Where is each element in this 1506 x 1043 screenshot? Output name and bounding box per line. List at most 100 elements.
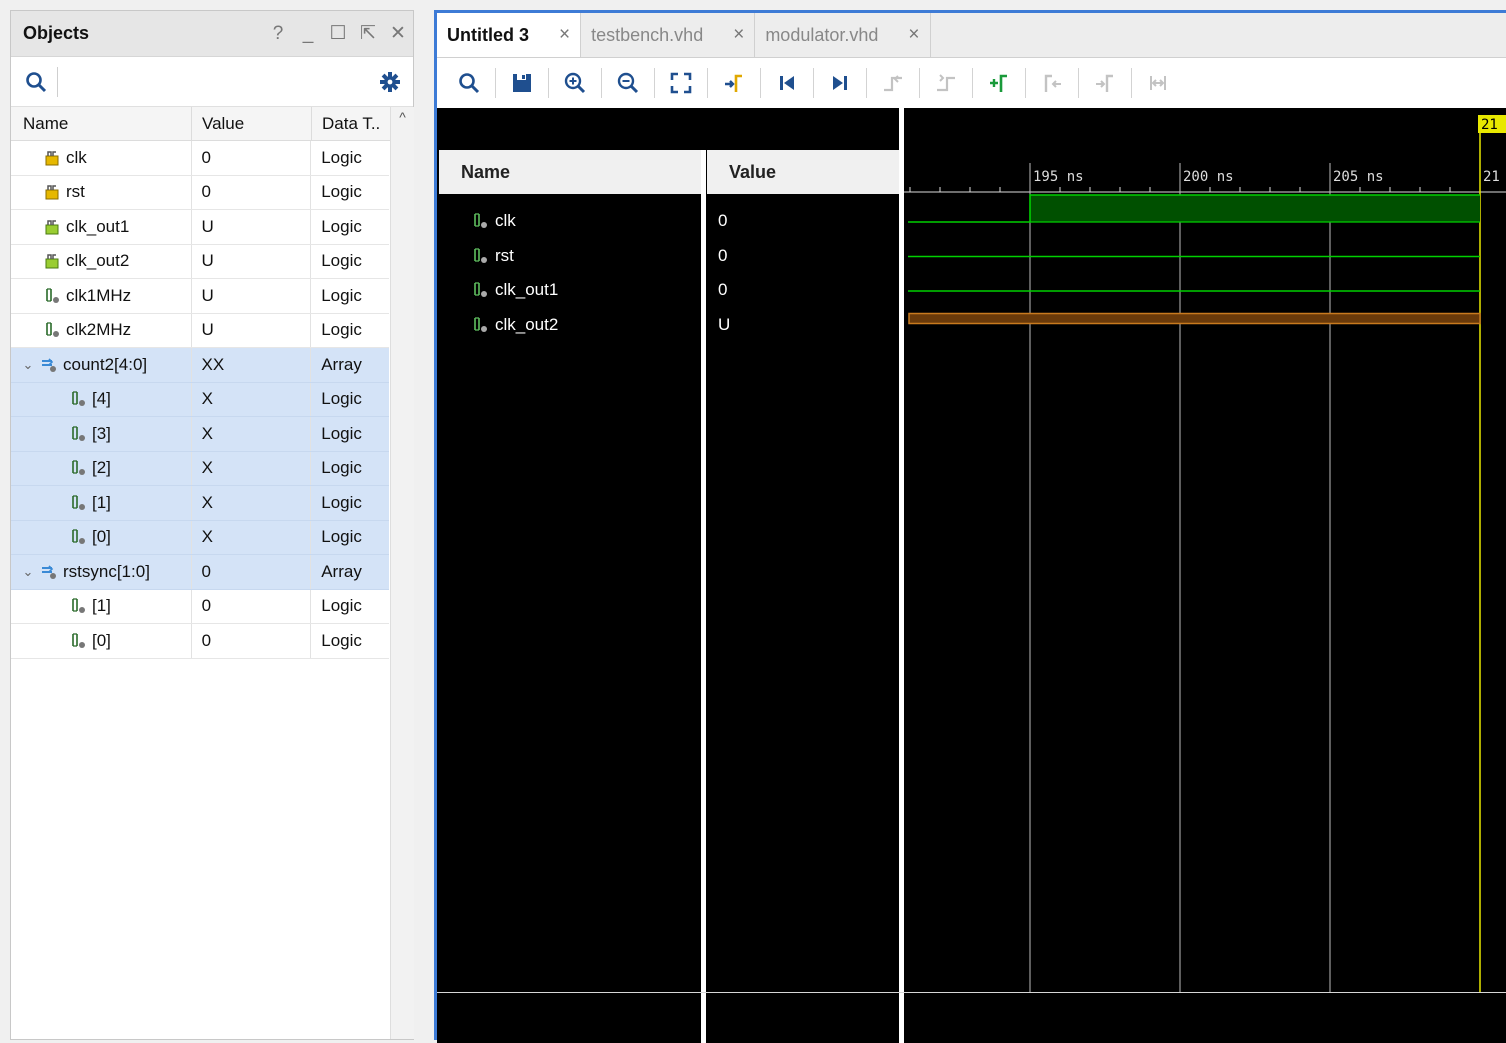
object-type-cell: Logic (311, 521, 389, 555)
object-row[interactable]: [0] 0 Logic (11, 624, 389, 659)
wave-signal-name[interactable]: clk_out1 (471, 273, 558, 307)
object-row[interactable]: ⌄ count2[4:0] XX Array (11, 348, 389, 383)
wave-signal-value: 0 (718, 211, 728, 230)
close-icon[interactable]: × (733, 24, 744, 46)
object-type-cell: Logic (311, 245, 389, 279)
timeline-tick-label: 21 (1483, 169, 1500, 185)
object-name: count2[4:0] (63, 354, 148, 374)
object-name-cell: [4] (11, 382, 192, 416)
undefined-value-trace (908, 312, 1481, 325)
go-to-cursor-icon[interactable] (716, 65, 752, 101)
object-name-cell: clk_out2 (11, 244, 192, 278)
go-to-end-icon[interactable] (822, 65, 858, 101)
zoom-out-icon[interactable] (610, 65, 646, 101)
search-icon[interactable] (25, 71, 47, 93)
gear-icon[interactable] (379, 71, 401, 93)
column-header-data-type[interactable]: Data T.. (312, 107, 390, 140)
timeline-tick-label: 200 ns (1183, 169, 1234, 185)
help-icon[interactable]: ? (263, 23, 293, 45)
object-name-cell: [2] (11, 451, 192, 485)
expand-chevron-icon[interactable]: ⌄ (21, 564, 35, 580)
object-value-cell: 0 (192, 624, 312, 658)
wave-bottom-divider (437, 992, 1506, 993)
float-icon[interactable]: ⇱ (353, 22, 383, 45)
tab-testbench[interactable]: testbench.vhd × (581, 13, 756, 57)
add-marker-icon[interactable] (981, 65, 1017, 101)
timeline-tick-label: 205 ns (1333, 169, 1384, 185)
object-value-cell: 0 (192, 589, 312, 623)
column-header-value[interactable]: Value (192, 107, 312, 140)
minimize-icon[interactable]: _ (293, 23, 323, 45)
object-value-cell: X (192, 486, 312, 520)
wave-value-header[interactable]: Value (707, 150, 899, 194)
column-header-name[interactable]: Name (11, 107, 192, 140)
object-value-cell: X (192, 451, 312, 485)
name-value-divider[interactable] (701, 150, 706, 1043)
waveform-panel: Untitled 3 × testbench.vhd × modulator.v… (434, 10, 1506, 1043)
object-value-cell: X (192, 417, 312, 451)
waveform-canvas[interactable]: 195 ns 200 ns 205 ns 21 21 (904, 108, 1506, 1043)
objects-table-header: Name Value Data T.. (11, 107, 391, 141)
object-type-cell: Logic (311, 417, 389, 451)
object-name-cell: rst (11, 175, 192, 209)
object-row[interactable]: clk1MHz U Logic (11, 279, 389, 314)
object-name-cell: ⌄ rstsync[1:0] (11, 555, 192, 589)
signal-icon (69, 459, 87, 477)
swap-cursors-icon[interactable] (1140, 65, 1176, 101)
go-to-start-icon[interactable] (769, 65, 805, 101)
next-marker-icon[interactable] (1087, 65, 1123, 101)
toolbar-divider (813, 68, 814, 98)
close-icon[interactable]: ✕ (383, 22, 413, 45)
object-row[interactable]: rst 0 Logic (11, 175, 389, 210)
wave-signal-name[interactable]: clk (471, 204, 516, 238)
expand-chevron-icon[interactable]: ⌄ (21, 357, 35, 373)
object-row[interactable]: [1] 0 Logic (11, 589, 389, 624)
object-name-cell: [1] (11, 589, 192, 623)
cursor-time-label: 21 (1481, 117, 1498, 133)
signal-icon (43, 287, 61, 305)
close-icon[interactable]: × (559, 24, 570, 46)
next-transition-icon[interactable] (928, 65, 964, 101)
zoom-fit-icon[interactable] (663, 65, 699, 101)
scroll-up-icon[interactable]: ^ (391, 107, 414, 125)
toolbar-divider (707, 68, 708, 98)
save-icon[interactable] (504, 65, 540, 101)
object-row[interactable]: [0] X Logic (11, 520, 389, 555)
object-name: clk2MHz (66, 320, 132, 340)
object-type-cell: Logic (311, 314, 389, 348)
zoom-in-icon[interactable] (557, 65, 593, 101)
signal-icon (69, 390, 87, 408)
object-type: Logic (321, 251, 362, 271)
object-row[interactable]: clk 0 Logic (11, 141, 389, 176)
maximize-icon[interactable]: ☐ (323, 22, 353, 45)
tab-untitled-3[interactable]: Untitled 3 × (437, 13, 582, 57)
previous-marker-icon[interactable] (1034, 65, 1070, 101)
object-row[interactable]: clk_out2 U Logic (11, 244, 389, 279)
wave-name-header[interactable]: Name (439, 150, 701, 194)
object-type: Logic (321, 320, 362, 340)
object-value: X (201, 527, 213, 547)
previous-transition-icon[interactable] (875, 65, 911, 101)
object-value: 0 (201, 561, 211, 581)
object-type-cell: Logic (311, 452, 389, 486)
object-type-cell: Logic (311, 624, 389, 658)
objects-scrollbar[interactable]: ^ (390, 107, 414, 1039)
object-row[interactable]: [4] X Logic (11, 382, 389, 417)
object-type: Logic (321, 458, 362, 478)
signal-icon (471, 212, 489, 230)
tab-label: modulator.vhd (765, 24, 879, 45)
object-row[interactable]: clk_out1 U Logic (11, 210, 389, 245)
toolbar-divider (548, 68, 549, 98)
object-row[interactable]: [2] X Logic (11, 451, 389, 486)
wave-signal-name[interactable]: rst (471, 239, 514, 273)
object-name-cell: [1] (11, 486, 192, 520)
object-row[interactable]: ⌄ rstsync[1:0] 0 Array (11, 555, 389, 590)
object-row[interactable]: clk2MHz U Logic (11, 313, 389, 348)
object-row[interactable]: [3] X Logic (11, 417, 389, 452)
object-row[interactable]: [1] X Logic (11, 486, 389, 521)
search-icon[interactable] (451, 65, 487, 101)
tab-modulator[interactable]: modulator.vhd × (755, 13, 931, 57)
wave-signal-name[interactable]: clk_out2 (471, 308, 558, 342)
close-icon[interactable]: × (908, 24, 919, 46)
signal-name-label: clk_out1 (495, 280, 559, 299)
